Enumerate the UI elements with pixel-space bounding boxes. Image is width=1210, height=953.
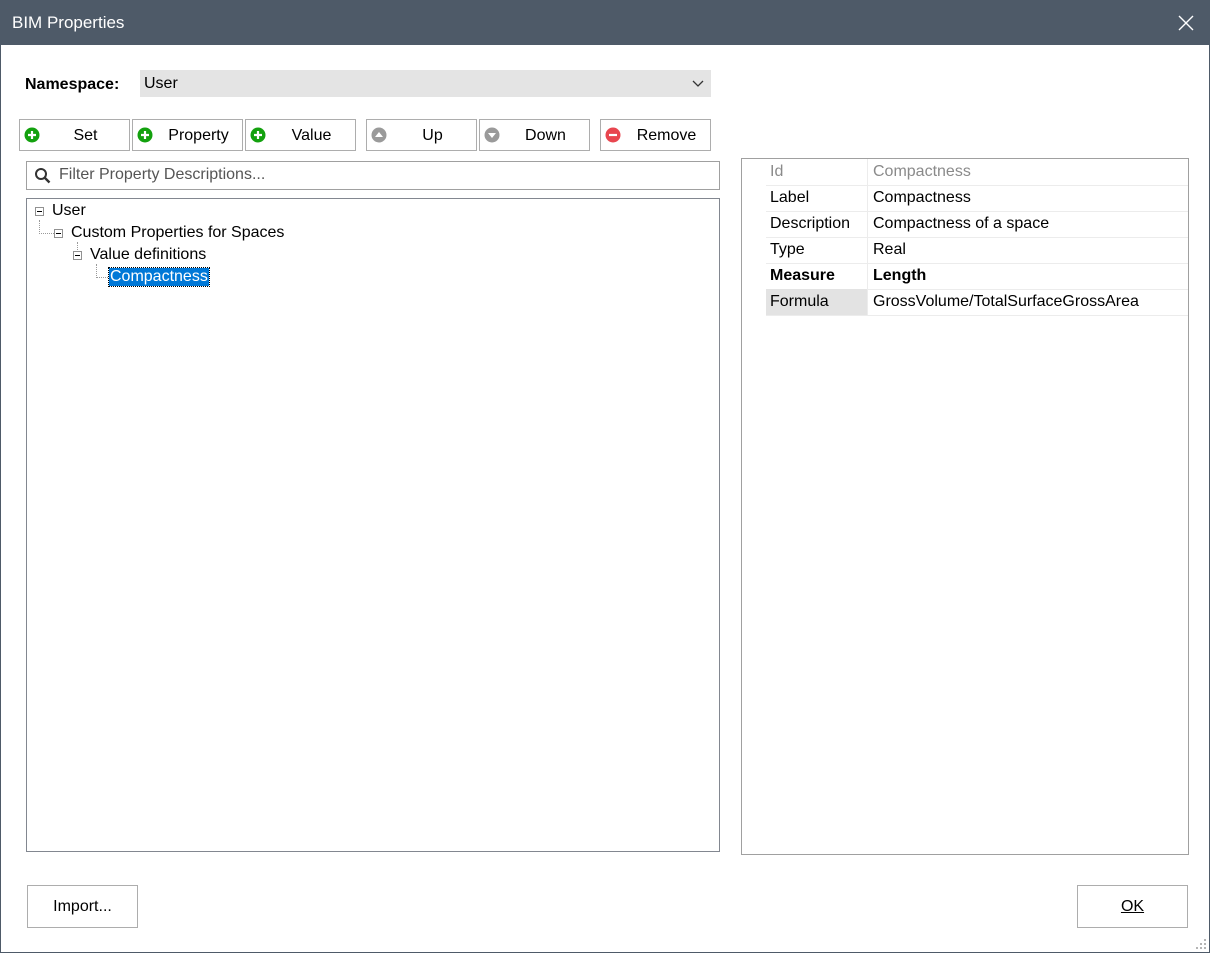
property-row-description[interactable]: Description Compactness of a space xyxy=(766,211,1188,238)
property-key: Id xyxy=(766,159,868,185)
set-button-label: Set xyxy=(73,127,98,144)
plus-circle-icon xyxy=(24,127,40,143)
plus-circle-icon xyxy=(137,127,153,143)
tree-node-user[interactable]: User xyxy=(52,202,86,220)
move-up-button[interactable]: Up xyxy=(366,119,477,151)
arrow-up-circle-icon xyxy=(371,127,387,143)
add-value-button[interactable]: Value xyxy=(245,119,356,151)
close-button[interactable] xyxy=(1163,1,1209,45)
tree-collapse-toggle[interactable] xyxy=(73,251,82,260)
property-button-label: Property xyxy=(168,127,229,144)
property-key: Formula xyxy=(766,289,868,315)
property-key: Measure xyxy=(766,263,868,289)
tree-collapse-toggle[interactable] xyxy=(35,207,44,216)
property-row-measure[interactable]: Measure Length xyxy=(766,263,1188,290)
remove-button[interactable]: Remove xyxy=(600,119,711,151)
add-property-button[interactable]: Property xyxy=(132,119,243,151)
minus-circle-icon xyxy=(605,127,621,143)
remove-button-label: Remove xyxy=(636,127,697,144)
value-button-label: Value xyxy=(291,127,332,144)
chevron-down-icon xyxy=(692,80,704,87)
up-button-label: Up xyxy=(422,127,443,144)
property-grid: Id Compactness Label Compactness Descrip… xyxy=(741,158,1189,855)
tree-collapse-toggle[interactable] xyxy=(54,229,63,238)
property-key: Description xyxy=(766,211,868,237)
namespace-value: User xyxy=(144,75,178,92)
resize-grip-icon[interactable] xyxy=(1195,938,1207,950)
add-set-button[interactable]: Set xyxy=(19,119,130,151)
tree-connector xyxy=(96,264,97,278)
ok-button[interactable]: OK xyxy=(1077,885,1188,928)
tree-node-compactness[interactable]: Compactness xyxy=(108,267,210,287)
property-key: Type xyxy=(766,237,868,263)
window-title: BIM Properties xyxy=(12,13,125,32)
down-button-label: Down xyxy=(525,127,566,144)
property-tree[interactable]: User Custom Properties for Spaces Value … xyxy=(26,198,720,852)
search-icon xyxy=(35,168,51,184)
property-key: Label xyxy=(766,185,868,211)
property-row-type[interactable]: Type Real xyxy=(766,237,1188,264)
tree-connector xyxy=(39,233,54,234)
bim-properties-dialog: BIM Properties Namespace: User Set Prope… xyxy=(0,0,1210,953)
property-row-formula[interactable]: Formula GrossVolume/TotalSurfaceGrossAre… xyxy=(766,289,1188,316)
tree-node-value-definitions[interactable]: Value definitions xyxy=(90,246,206,264)
property-row-id[interactable]: Id Compactness xyxy=(766,159,1188,186)
import-button[interactable]: Import... xyxy=(27,885,138,928)
tree-connector xyxy=(39,220,40,234)
plus-circle-icon xyxy=(250,127,266,143)
move-down-button[interactable]: Down xyxy=(479,119,590,151)
property-row-label[interactable]: Label Compactness xyxy=(766,185,1188,212)
namespace-select[interactable]: User xyxy=(140,70,711,97)
filter-box xyxy=(26,161,720,190)
namespace-label: Namespace: xyxy=(25,76,120,93)
filter-input[interactable] xyxy=(59,165,699,185)
close-icon xyxy=(1178,15,1194,31)
tree-connector xyxy=(96,277,108,278)
arrow-down-circle-icon xyxy=(484,127,500,143)
property-value: GrossVolume/TotalSurfaceGrossArea xyxy=(873,293,1139,310)
tree-node-custom-properties[interactable]: Custom Properties for Spaces xyxy=(71,224,284,242)
title-bar: BIM Properties xyxy=(1,1,1209,45)
